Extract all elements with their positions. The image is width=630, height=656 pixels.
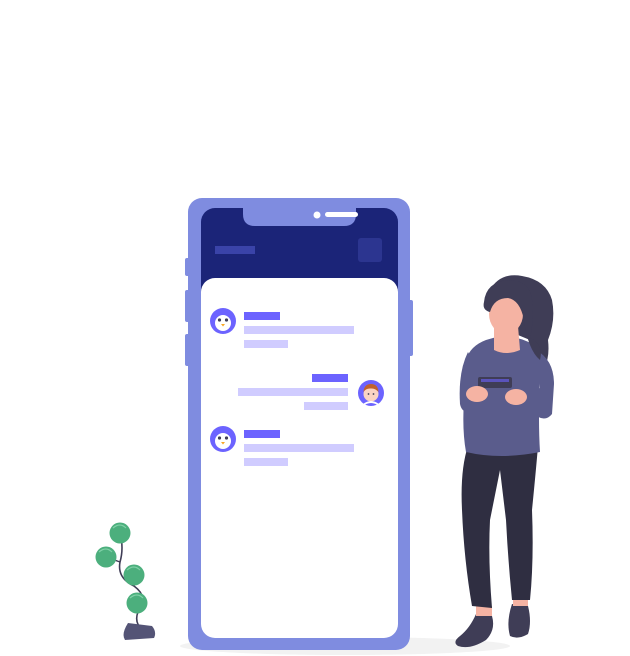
message-text-line xyxy=(238,388,348,396)
illustration-svg xyxy=(95,198,554,655)
shoe-right xyxy=(508,604,530,638)
phone-camera-icon xyxy=(313,211,321,219)
message-sender-bar xyxy=(244,312,280,320)
header-title-placeholder xyxy=(215,246,255,254)
plant-pot xyxy=(123,623,156,640)
person-hand-left xyxy=(466,386,488,402)
message-sender-bar xyxy=(244,430,280,438)
person-hand-right xyxy=(505,389,527,405)
message-text-line xyxy=(244,340,288,348)
person-pants xyxy=(461,446,538,608)
penguin-icon xyxy=(210,426,236,452)
message-sender-bar xyxy=(312,374,348,382)
plant xyxy=(95,522,156,640)
phone xyxy=(185,198,413,650)
message-text-line xyxy=(244,458,288,466)
illustration-scene xyxy=(0,0,630,656)
plant-leaf xyxy=(109,522,131,544)
message-text-line xyxy=(244,444,354,452)
person xyxy=(455,275,554,648)
message-text-line xyxy=(304,402,348,410)
user-face-icon xyxy=(358,380,384,406)
plant-leaf xyxy=(95,546,117,568)
phone-speaker xyxy=(325,212,358,217)
header-action-square[interactable] xyxy=(358,238,382,262)
message-text-line xyxy=(244,326,354,334)
plant-leaf xyxy=(126,592,148,614)
handheld-phone xyxy=(478,377,512,388)
penguin-icon xyxy=(210,308,236,334)
plant-leaf xyxy=(123,564,145,586)
